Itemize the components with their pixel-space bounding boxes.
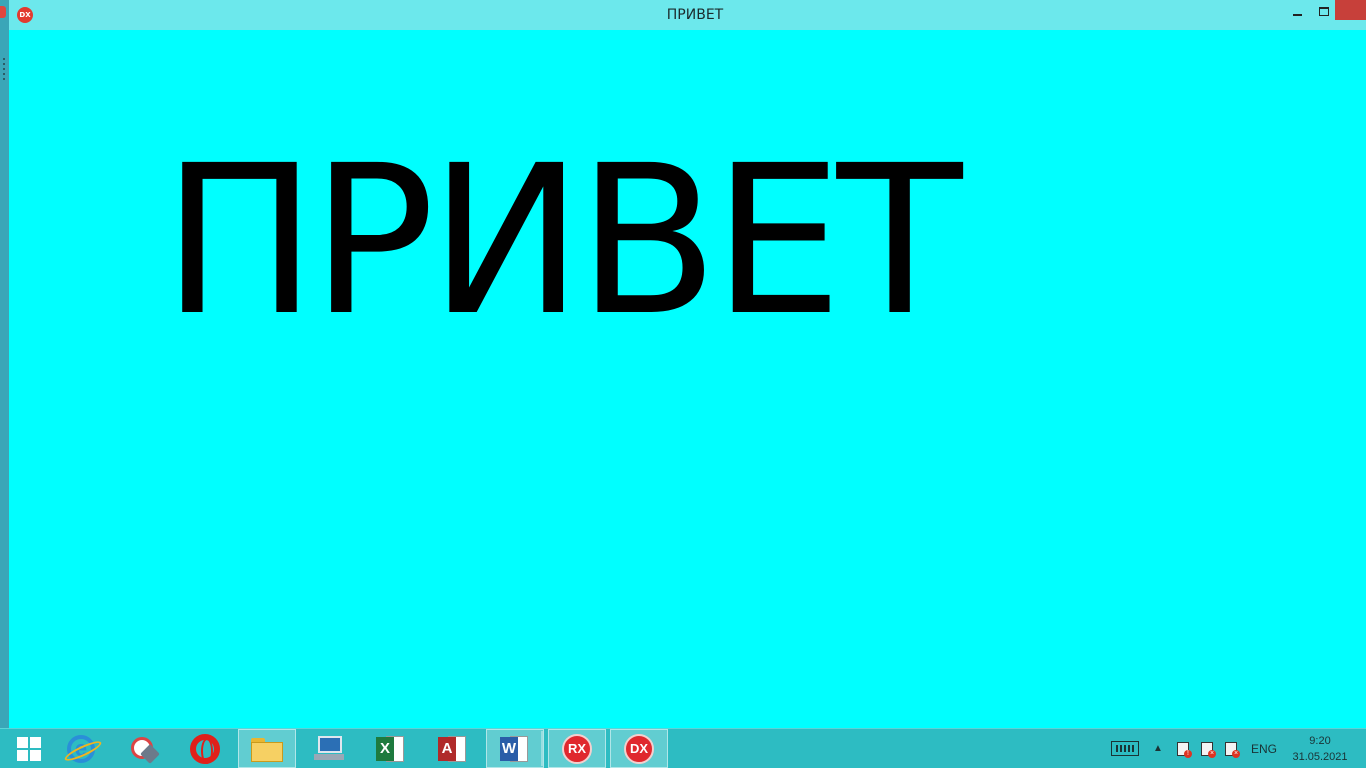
taskbar-excel[interactable]: X bbox=[362, 729, 420, 768]
taskbar-internet-explorer[interactable]: e bbox=[52, 729, 110, 768]
taskbar-word[interactable]: W bbox=[486, 729, 544, 768]
greeting-label: ПРИВЕТ bbox=[162, 121, 963, 361]
background-window-edge bbox=[0, 0, 9, 728]
access-icon: A bbox=[438, 734, 468, 764]
windows-logo-icon bbox=[17, 736, 41, 761]
volume-muted-icon: × bbox=[1199, 741, 1216, 758]
taskbar-opera[interactable] bbox=[176, 729, 234, 768]
close-button[interactable] bbox=[1335, 0, 1366, 20]
folder-icon bbox=[251, 736, 283, 762]
excel-icon: X bbox=[376, 734, 406, 764]
internet-explorer-icon: e bbox=[67, 734, 95, 763]
clock-date: 31.05.2021 bbox=[1292, 750, 1348, 763]
clock[interactable]: 9:20 31.05.2021 bbox=[1288, 729, 1352, 768]
background-app-icon bbox=[0, 6, 6, 18]
word-icon: W bbox=[500, 734, 530, 764]
taskbar-access[interactable]: A bbox=[424, 729, 482, 768]
network-icon: ! bbox=[1175, 741, 1192, 758]
title-bar[interactable]: DX ПРИВЕТ bbox=[9, 0, 1366, 30]
tray-action-center[interactable]: × bbox=[1220, 729, 1242, 768]
tools-icon bbox=[129, 735, 157, 763]
language-indicator[interactable]: ENG bbox=[1246, 729, 1282, 768]
taskbar-separator bbox=[541, 731, 543, 766]
opera-icon bbox=[190, 733, 220, 764]
clock-time: 9:20 bbox=[1309, 734, 1331, 747]
taskbar-computer[interactable] bbox=[300, 729, 358, 768]
show-hidden-icons-button[interactable]: ▲ bbox=[1150, 729, 1166, 768]
keyboard-icon bbox=[1111, 741, 1139, 756]
tray-network[interactable]: ! bbox=[1172, 729, 1194, 768]
computer-icon bbox=[314, 735, 344, 762]
app-window: DX ПРИВЕТ ПРИВЕТ bbox=[9, 0, 1366, 728]
taskbar-file-explorer[interactable] bbox=[238, 729, 296, 768]
chevron-up-icon: ▲ bbox=[1153, 743, 1163, 754]
rx-icon: RX bbox=[562, 733, 592, 764]
start-button[interactable] bbox=[0, 729, 58, 768]
touch-keyboard-button[interactable] bbox=[1108, 729, 1142, 768]
action-center-flag-icon: × bbox=[1223, 741, 1240, 758]
taskbar-rx[interactable]: RX bbox=[548, 729, 606, 768]
taskbar-dx[interactable]: DX bbox=[610, 729, 668, 768]
maximize-button[interactable] bbox=[1312, 2, 1336, 22]
taskbar-tools[interactable] bbox=[114, 729, 172, 768]
dx-icon: DX bbox=[624, 733, 654, 764]
window-title: ПРИВЕТ bbox=[666, 7, 724, 23]
taskbar: e X A W RX DX ▲ ! × × ENG 9:20 31.05.202… bbox=[0, 728, 1366, 768]
background-window-grip bbox=[3, 58, 5, 80]
minimize-button[interactable] bbox=[1285, 2, 1313, 22]
tray-volume[interactable]: × bbox=[1196, 729, 1218, 768]
